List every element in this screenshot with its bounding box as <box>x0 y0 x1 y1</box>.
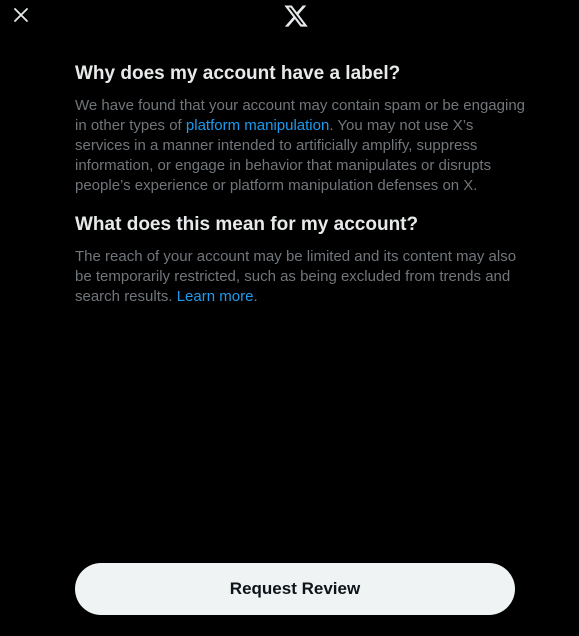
close-button[interactable] <box>8 2 34 28</box>
section-title-why-label: Why does my account have a label? <box>75 63 401 84</box>
request-review-button[interactable]: Request Review <box>75 563 515 615</box>
label-info-content: Why does my account have a label? We hav… <box>75 60 525 307</box>
what-it-means-text-end: . <box>253 288 258 305</box>
close-icon <box>13 7 29 23</box>
platform-manipulation-link[interactable]: platform manipulation <box>186 117 329 134</box>
section-body-why-label: We have found that your account may cont… <box>75 96 525 196</box>
section-title-what-it-means: What does this mean for my account? <box>75 214 419 235</box>
learn-more-link[interactable]: Learn more <box>177 288 254 305</box>
x-logo-icon <box>283 3 309 29</box>
section-body-what-it-means: The reach of your account may be limited… <box>75 247 525 307</box>
what-it-means-text-start: The reach of your account may be limited… <box>75 248 517 305</box>
